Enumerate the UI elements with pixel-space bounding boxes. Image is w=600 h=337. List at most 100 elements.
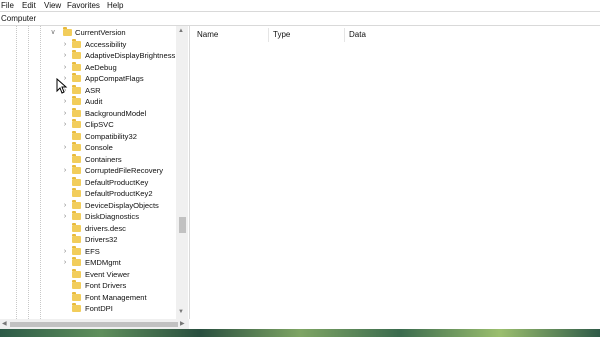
chevron-right-icon[interactable]: › (60, 165, 70, 176)
tree-item-label: AdaptiveDisplayBrightness (85, 51, 176, 60)
chevron-right-icon[interactable]: › (60, 119, 70, 130)
folder-icon (72, 291, 81, 301)
tree-item[interactable]: Event Viewer (0, 268, 176, 281)
scroll-right-arrow-icon[interactable]: ▶ (180, 320, 185, 327)
tree-item[interactable]: › Accessibility (0, 38, 176, 51)
tree-item[interactable]: › ASR (0, 84, 176, 97)
scroll-down-arrow-icon[interactable]: ▼ (178, 309, 184, 315)
column-header-type[interactable]: Type (273, 29, 290, 40)
chevron-right-icon[interactable]: › (60, 257, 70, 268)
folder-icon (72, 176, 81, 186)
tree-horizontal-scroll-thumb[interactable] (10, 322, 178, 327)
tree-item[interactable]: › ClipSVC (0, 119, 176, 131)
tree-item[interactable]: DefaultProductKey (0, 176, 176, 189)
mouse-cursor-icon (56, 78, 68, 94)
address-bar[interactable]: Computer (0, 11, 600, 26)
folder-icon (72, 268, 81, 278)
chevron-right-icon[interactable]: › (60, 108, 70, 119)
column-header-data[interactable]: Data (349, 29, 366, 40)
tree-item-label: Accessibility (85, 39, 127, 49)
scroll-left-arrow-icon[interactable]: ◀ (2, 320, 7, 327)
tree-item-label: Font Drivers (85, 281, 127, 290)
tree-item[interactable]: Font Management (0, 291, 176, 304)
folder-icon (72, 234, 81, 243)
tree-vertical-scrollbar[interactable] (176, 26, 188, 319)
desktop-taskbar-strip (0, 329, 600, 337)
tree-item[interactable]: Drivers32 (0, 234, 176, 246)
tree-item[interactable]: Containers (0, 153, 176, 166)
tree-item-label: ClipSVC (85, 120, 114, 129)
tree-item-label: DefaultProductKey (85, 177, 149, 187)
tree-item[interactable]: › AeDebug (0, 61, 176, 74)
tree-item-label: CurrentVersion (75, 28, 126, 37)
tree-item-label: AppCompatFlags (85, 74, 144, 83)
tree-item[interactable]: Font Drivers (0, 280, 176, 292)
chevron-right-icon[interactable]: › (60, 62, 70, 73)
folder-icon (72, 107, 81, 117)
folder-icon (72, 165, 81, 174)
tree-item[interactable]: › BackgroundModel (0, 107, 176, 120)
tree-item[interactable]: Compatibility32 (0, 130, 176, 143)
tree-item-label: AeDebug (85, 62, 117, 72)
chevron-right-icon[interactable]: › (60, 211, 70, 222)
tree-item[interactable]: › CorruptedFileRecovery (0, 165, 176, 177)
tree-item[interactable]: › DeviceDisplayObjects (0, 199, 176, 212)
tree-item-label: Console (85, 143, 113, 152)
menu-view[interactable]: View (44, 0, 61, 11)
tree-item-label: Drivers32 (85, 235, 118, 244)
folder-icon (72, 61, 81, 71)
tree-item-label: Font Management (85, 292, 147, 302)
tree-item-currentversion[interactable]: ∨ CurrentVersion (0, 27, 176, 39)
tree-item[interactable]: › Audit (0, 96, 176, 108)
tree-item-label: ASR (85, 85, 101, 95)
values-pane[interactable]: Name Type Data (190, 26, 600, 329)
tree-item[interactable]: › AdaptiveDisplayBrightness (0, 50, 176, 62)
chevron-down-icon[interactable]: ∨ (48, 27, 58, 38)
menu-favorites[interactable]: Favorites (67, 0, 100, 11)
folder-icon (72, 50, 81, 59)
chevron-right-icon[interactable]: › (60, 200, 70, 211)
tree-item-label: Event Viewer (85, 269, 130, 279)
scroll-up-arrow-icon[interactable]: ▲ (178, 28, 184, 34)
column-header-name[interactable]: Name (197, 29, 218, 40)
folder-icon (72, 303, 81, 312)
menu-file[interactable]: File (1, 0, 14, 11)
tree-item[interactable]: › Console (0, 142, 176, 154)
column-divider[interactable] (268, 28, 269, 42)
tree-item[interactable]: › EMDMgmt (0, 257, 176, 269)
chevron-right-icon[interactable]: › (60, 142, 70, 153)
tree-item[interactable]: drivers.desc (0, 222, 176, 235)
tree-item-label: Audit (85, 97, 103, 106)
chevron-right-icon[interactable]: › (60, 96, 70, 107)
tree-item-label: EMDMgmt (85, 258, 121, 267)
menu-help[interactable]: Help (107, 0, 123, 11)
folder-icon (72, 153, 81, 163)
tree-item[interactable]: › EFS (0, 245, 176, 258)
menu-edit[interactable]: Edit (22, 0, 36, 11)
tree-item[interactable]: DefaultProductKey2 (0, 188, 176, 200)
tree-pane: ∨ CurrentVersion › Accessibility › Adaptive… (0, 26, 190, 319)
tree-vertical-scroll-thumb[interactable] (179, 217, 186, 233)
folder-icon (72, 84, 81, 94)
chevron-right-icon[interactable]: › (60, 246, 70, 257)
tree-item[interactable]: › AppCompatFlags (0, 73, 176, 85)
folder-icon (72, 211, 81, 220)
tree-item[interactable]: FontDPI (0, 303, 176, 315)
tree-item-label: Containers (85, 154, 122, 164)
folder-icon (72, 199, 81, 209)
tree-item-label: BackgroundModel (85, 108, 147, 118)
folder-icon (72, 119, 81, 128)
chevron-right-icon[interactable]: › (60, 39, 70, 50)
chevron-right-icon[interactable]: › (60, 50, 70, 61)
folder-icon (72, 96, 81, 105)
tree-item-label: DeviceDisplayObjects (85, 200, 159, 210)
tree-item[interactable]: › DiskDiagnostics (0, 211, 176, 223)
column-divider[interactable] (344, 28, 345, 42)
tree-item-label: drivers.desc (85, 223, 126, 233)
